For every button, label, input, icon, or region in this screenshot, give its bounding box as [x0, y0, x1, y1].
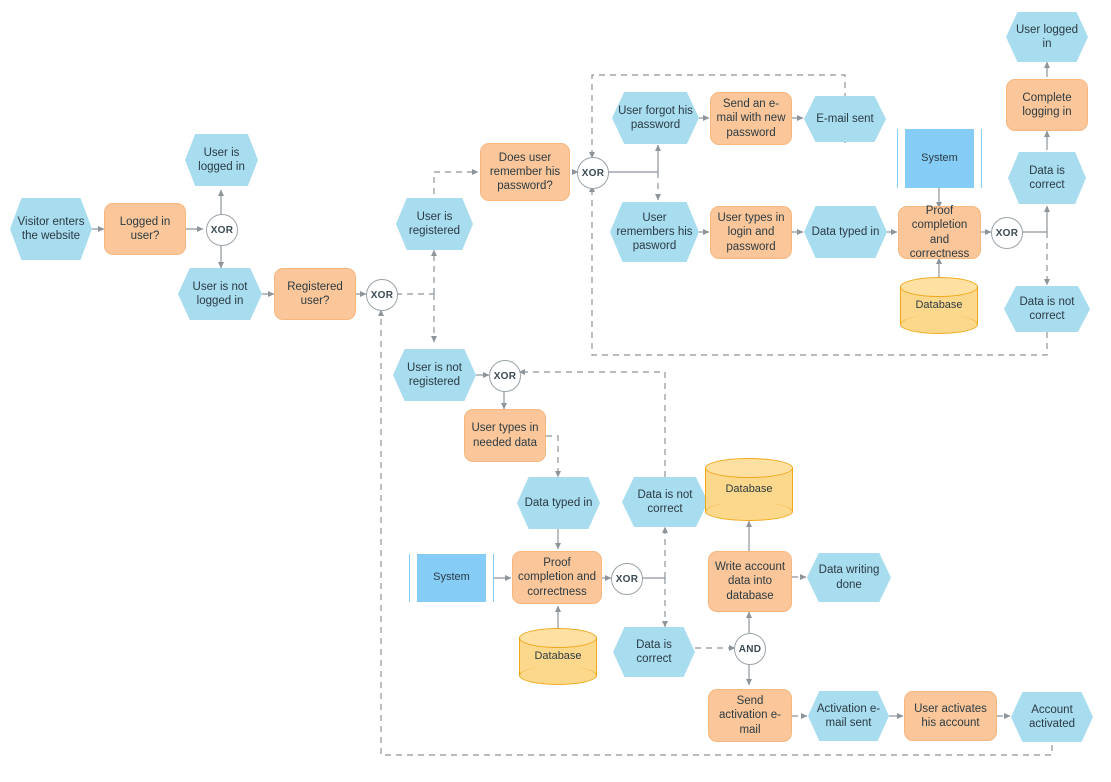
cylinder-bottom [900, 315, 978, 334]
node-label: Account activated [1028, 703, 1076, 730]
node-label: Activation e-mail sent [816, 702, 881, 729]
node-label: Data is not correct [637, 488, 693, 515]
function-logged-in-user[interactable]: Logged in user? [104, 203, 186, 255]
database-object-bottom-left[interactable]: Database [519, 628, 597, 685]
cylinder-top [900, 277, 978, 297]
function-proof-completion-correctness-bottom[interactable]: Proof completion and correctness [512, 551, 602, 604]
function-send-activation-email[interactable]: Send activation e-mail [708, 689, 792, 742]
node-label: User is not logged in [192, 280, 248, 307]
connector-label: AND [738, 643, 762, 655]
node-label: Visitor enters the website [17, 215, 85, 242]
system-right-bars-icon [973, 129, 982, 188]
node-label: Complete logging in [1022, 91, 1072, 118]
node-label: User types in needed data [471, 422, 539, 449]
node-label: Logged in user? [119, 215, 171, 242]
connector-label: XOR [615, 573, 639, 585]
node-label: Send an e-mail with new password [716, 98, 786, 139]
function-complete-logging-in[interactable]: Complete logging in [1006, 79, 1088, 131]
node-label: User remembers his pasword [616, 211, 693, 252]
node-label: Does user remember his password? [489, 151, 561, 192]
node-label: Database [915, 298, 963, 311]
node-label: Data is correct [636, 638, 672, 665]
system-left-bars-icon [409, 554, 418, 602]
function-user-types-login-and-password[interactable]: User types in login and password [710, 206, 792, 259]
connector-label: XOR [370, 289, 394, 301]
event-data-typed-in-bottom[interactable]: Data typed in [517, 477, 600, 529]
connector-label: XOR [995, 227, 1019, 239]
event-user-is-not-registered[interactable]: User is not registered [393, 349, 476, 401]
function-user-types-in-needed-data[interactable]: User types in needed data [464, 409, 546, 462]
node-label: User is not registered [407, 361, 462, 388]
system-object-top[interactable]: System [897, 129, 982, 188]
node-label: Proof completion and correctness [518, 557, 596, 598]
node-label: Proof completion and correctness [909, 205, 970, 260]
node-label: Write account data into database [714, 561, 786, 602]
system-object-bottom[interactable]: System [409, 554, 494, 602]
event-account-activated[interactable]: Account activated [1011, 692, 1093, 742]
flowchart-canvas: Visitor enters the website Logged in use… [0, 0, 1111, 782]
connector-and-1[interactable]: AND [734, 633, 766, 665]
function-send-email-new-password[interactable]: Send an e-mail with new password [710, 92, 792, 145]
event-user-is-logged-in[interactable]: User is logged in [185, 134, 258, 186]
cylinder-top [519, 628, 597, 648]
event-activation-email-sent[interactable]: Activation e-mail sent [808, 691, 889, 741]
cylinder-bottom [519, 666, 597, 685]
event-data-is-correct-top[interactable]: Data is correct [1008, 152, 1086, 204]
node-label: User is registered [408, 210, 461, 237]
node-label: Data is not correct [1019, 295, 1075, 322]
function-registered-user[interactable]: Registered user? [274, 268, 356, 320]
node-label: User logged in [1015, 23, 1078, 50]
event-data-typed-in-top[interactable]: Data typed in [804, 206, 887, 258]
node-label: System [921, 151, 958, 164]
connector-xor-6[interactable]: XOR [611, 563, 643, 595]
connector-xor-3[interactable]: XOR [577, 157, 609, 189]
function-user-activates-his-account[interactable]: User activates his account [904, 691, 997, 741]
event-data-is-not-correct-bottom[interactable]: Data is not correct [622, 477, 708, 527]
node-label: User is logged in [198, 146, 245, 173]
function-does-user-remember-password[interactable]: Does user remember his password? [480, 143, 570, 201]
database-object-bottom-right[interactable]: Database [705, 458, 793, 521]
node-label: Data typed in [811, 225, 880, 238]
event-user-forgot-password[interactable]: User forgot his password [612, 92, 699, 144]
event-email-sent[interactable]: E-mail sent [804, 96, 886, 142]
node-label: User forgot his password [618, 104, 693, 131]
node-label: Data writing done [818, 564, 880, 591]
node-label: Registered user? [287, 280, 343, 307]
node-label: User types in login and password [717, 212, 785, 253]
node-label: Send activation e-mail [718, 695, 781, 736]
event-data-is-not-correct-top[interactable]: Data is not correct [1004, 286, 1090, 332]
event-user-is-registered[interactable]: User is registered [396, 198, 473, 250]
event-user-remembers-password[interactable]: User remembers his pasword [610, 202, 699, 262]
event-data-writing-done[interactable]: Data writing done [807, 553, 891, 602]
node-label: E-mail sent [816, 112, 874, 125]
event-data-is-correct-bottom[interactable]: Data is correct [613, 627, 695, 677]
node-label: Database [534, 649, 582, 662]
node-label: Data is correct [1029, 164, 1065, 191]
connector-xor-2[interactable]: XOR [366, 279, 398, 311]
function-proof-completion-correctness-top[interactable]: Proof completion and correctness [898, 205, 981, 260]
node-label: User activates his account [914, 702, 987, 729]
event-visitor-enters-website[interactable]: Visitor enters the website [10, 198, 92, 260]
connector-label: XOR [493, 370, 517, 382]
connector-xor-1[interactable]: XOR [206, 214, 238, 246]
node-label: System [433, 571, 470, 584]
event-user-is-not-logged-in[interactable]: User is not logged in [178, 268, 262, 320]
event-user-logged-in[interactable]: User logged in [1006, 12, 1088, 62]
connector-label: XOR [581, 167, 605, 179]
connector-xor-4[interactable]: XOR [991, 217, 1023, 249]
cylinder-bottom [705, 502, 793, 521]
system-left-bars-icon [897, 129, 906, 188]
cylinder-top [705, 458, 793, 478]
node-label: Database [725, 482, 773, 495]
connector-xor-5[interactable]: XOR [489, 360, 521, 392]
system-right-bars-icon [485, 554, 494, 602]
node-label: Data typed in [524, 496, 593, 509]
connector-label: XOR [210, 224, 234, 236]
database-object-top[interactable]: Database [900, 277, 978, 334]
function-write-account-data-into-database[interactable]: Write account data into database [708, 551, 792, 612]
